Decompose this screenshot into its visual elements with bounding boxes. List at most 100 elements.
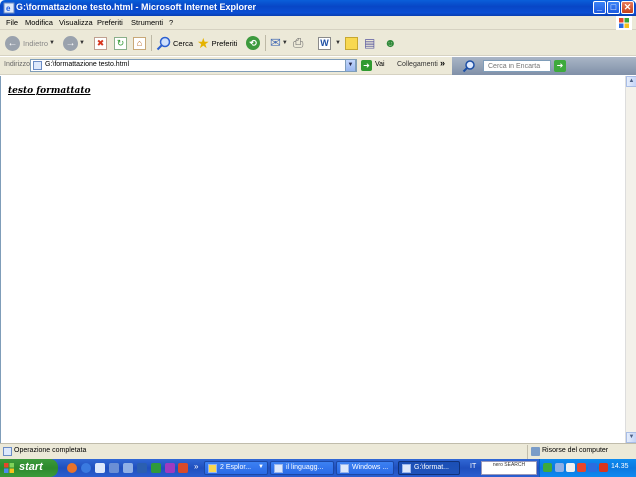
stop-icon: ✖ bbox=[94, 36, 107, 50]
menu-visualizza[interactable]: Visualizza bbox=[59, 18, 93, 27]
menu-help[interactable]: ? bbox=[169, 18, 173, 27]
task-button-current[interactable]: G:\format... bbox=[398, 461, 460, 475]
network-icon[interactable] bbox=[566, 463, 575, 472]
encarta-search-icon bbox=[462, 60, 475, 73]
maximize-button[interactable]: □ bbox=[607, 1, 620, 14]
task-label: G:\format... bbox=[414, 464, 450, 471]
minimize-button[interactable]: _ bbox=[593, 1, 606, 14]
media-icon[interactable] bbox=[123, 463, 133, 473]
security-zone: Risorse del computer bbox=[527, 445, 636, 459]
address-label: Indirizzo bbox=[4, 61, 31, 68]
app-icon[interactable] bbox=[165, 463, 175, 473]
toolbar-separator bbox=[265, 35, 266, 51]
menu-file[interactable]: File bbox=[6, 18, 18, 27]
chevron-down-icon: ▼ bbox=[281, 40, 288, 46]
research-icon: ▤ bbox=[364, 36, 376, 50]
task-label: Windows ... bbox=[352, 464, 389, 471]
menu-preferiti[interactable]: Preferiti bbox=[97, 18, 123, 27]
print-icon: ⎙ bbox=[293, 35, 304, 50]
history-button[interactable]: ⟲ bbox=[246, 33, 260, 53]
ie-icon[interactable] bbox=[81, 463, 91, 473]
encarta-search-go-icon[interactable]: ➜ bbox=[554, 60, 566, 72]
task-label: 2 Esplor... bbox=[220, 464, 252, 471]
app-icon[interactable] bbox=[178, 463, 188, 473]
antivirus-icon[interactable] bbox=[599, 463, 608, 472]
address-dropdown-button[interactable]: ▼ bbox=[345, 59, 356, 72]
tray-arrow-icon[interactable] bbox=[543, 463, 552, 472]
tray-icon[interactable] bbox=[555, 463, 564, 472]
search-button[interactable]: Cerca bbox=[156, 33, 193, 53]
task-label: il linguagg... bbox=[286, 464, 324, 471]
messenger-button[interactable]: ☻ bbox=[384, 33, 397, 53]
scroll-down-button[interactable]: ▼ bbox=[626, 432, 636, 443]
star-icon: ★ bbox=[197, 34, 210, 51]
encarta-search-bar: ➜ bbox=[452, 57, 636, 75]
menu-bar: File Modifica Visualizza Preferiti Strum… bbox=[0, 16, 636, 30]
history-icon: ⟲ bbox=[246, 36, 260, 50]
internet-explorer-icon: e bbox=[3, 2, 15, 14]
quicklaunch-chevron-icon[interactable]: » bbox=[194, 462, 198, 471]
window-title: G:\formattazione testo.html - Microsoft … bbox=[16, 2, 257, 12]
toolbar: ← Indietro ▼ → ▼ ✖ ↻ ⌂ Cerca ★ Preferiti… bbox=[0, 30, 636, 56]
address-bar: Indirizzo G:\formattazione testo.html ▼ … bbox=[0, 57, 636, 75]
home-button[interactable]: ⌂ bbox=[133, 33, 146, 53]
address-url: G:\formattazione testo.html bbox=[45, 61, 130, 68]
go-arrow-icon[interactable]: ➜ bbox=[361, 60, 372, 71]
svg-text:e: e bbox=[6, 4, 11, 13]
taskbar: start » 2 Esplor... ▼ il linguagg... Win… bbox=[0, 459, 636, 477]
desktop-icon[interactable] bbox=[95, 463, 105, 473]
title-bar: e G:\formattazione testo.html - Microsof… bbox=[0, 0, 636, 16]
messenger-icon: ☻ bbox=[384, 36, 397, 50]
research-button[interactable]: ▤ bbox=[364, 33, 375, 53]
print-button[interactable]: ⎙ bbox=[293, 33, 303, 53]
links-label[interactable]: Collegamenti bbox=[397, 61, 438, 68]
ie-page-icon bbox=[402, 464, 411, 473]
menu-strumenti[interactable]: Strumenti bbox=[131, 18, 163, 27]
windows-flag-icon bbox=[4, 463, 14, 473]
word-app-icon[interactable] bbox=[137, 463, 147, 473]
scroll-up-button[interactable]: ▲ bbox=[626, 76, 636, 87]
start-label: start bbox=[19, 461, 43, 473]
stop-button[interactable]: ✖ bbox=[94, 33, 107, 53]
home-icon: ⌂ bbox=[133, 36, 146, 50]
volume-icon[interactable] bbox=[588, 463, 597, 472]
folder-icon bbox=[208, 464, 217, 473]
start-button[interactable]: start bbox=[0, 459, 58, 477]
status-bar: Operazione completata Risorse del comput… bbox=[0, 443, 636, 459]
back-label: Indietro bbox=[23, 38, 49, 48]
menu-modifica[interactable]: Modifica bbox=[25, 18, 53, 27]
encarta-search-input[interactable] bbox=[483, 60, 551, 72]
computer-icon bbox=[531, 447, 540, 456]
forward-arrow-icon: → bbox=[63, 35, 78, 51]
refresh-button[interactable]: ↻ bbox=[114, 33, 127, 53]
edit-word-button[interactable]: W ▼ bbox=[318, 33, 341, 53]
links-chevron-icon[interactable]: » bbox=[440, 58, 445, 68]
page-heading: testo formattato bbox=[8, 86, 91, 96]
back-button[interactable]: ← Indietro ▼ bbox=[5, 33, 55, 53]
nero-search-box[interactable]: nero SEARCH bbox=[481, 461, 537, 475]
language-indicator[interactable]: IT bbox=[470, 463, 476, 470]
zone-text: Risorse del computer bbox=[542, 447, 609, 454]
explorer-icon[interactable] bbox=[109, 463, 119, 473]
task-button-language[interactable]: il linguagg... bbox=[270, 461, 334, 475]
chevron-down-icon: ▼ bbox=[335, 40, 341, 46]
refresh-icon: ↻ bbox=[114, 36, 127, 50]
clock: 14.35 bbox=[611, 463, 629, 470]
address-input[interactable]: G:\formattazione testo.html bbox=[30, 59, 357, 72]
excel-app-icon[interactable] bbox=[151, 463, 161, 473]
forward-button[interactable]: → ▼ bbox=[63, 33, 85, 53]
favorites-button[interactable]: ★ Preferiti bbox=[197, 33, 237, 53]
task-button-windows[interactable]: Windows ... bbox=[336, 461, 394, 475]
chevron-down-icon: ▼ bbox=[79, 40, 85, 46]
vertical-scrollbar[interactable]: ▲ ▼ bbox=[625, 76, 636, 443]
firefox-icon[interactable] bbox=[67, 463, 77, 473]
system-tray: 14.35 bbox=[539, 459, 636, 477]
go-button[interactable]: Vai bbox=[375, 61, 385, 68]
close-button[interactable]: ✕ bbox=[621, 1, 634, 14]
mail-icon: ✉ bbox=[270, 35, 281, 50]
media-player-icon bbox=[340, 464, 349, 473]
mail-button[interactable]: ✉ ▼ bbox=[270, 33, 288, 53]
notes-button[interactable] bbox=[345, 33, 358, 53]
task-button-explorer[interactable]: 2 Esplor... ▼ bbox=[204, 461, 268, 475]
security-icon[interactable] bbox=[577, 463, 586, 472]
